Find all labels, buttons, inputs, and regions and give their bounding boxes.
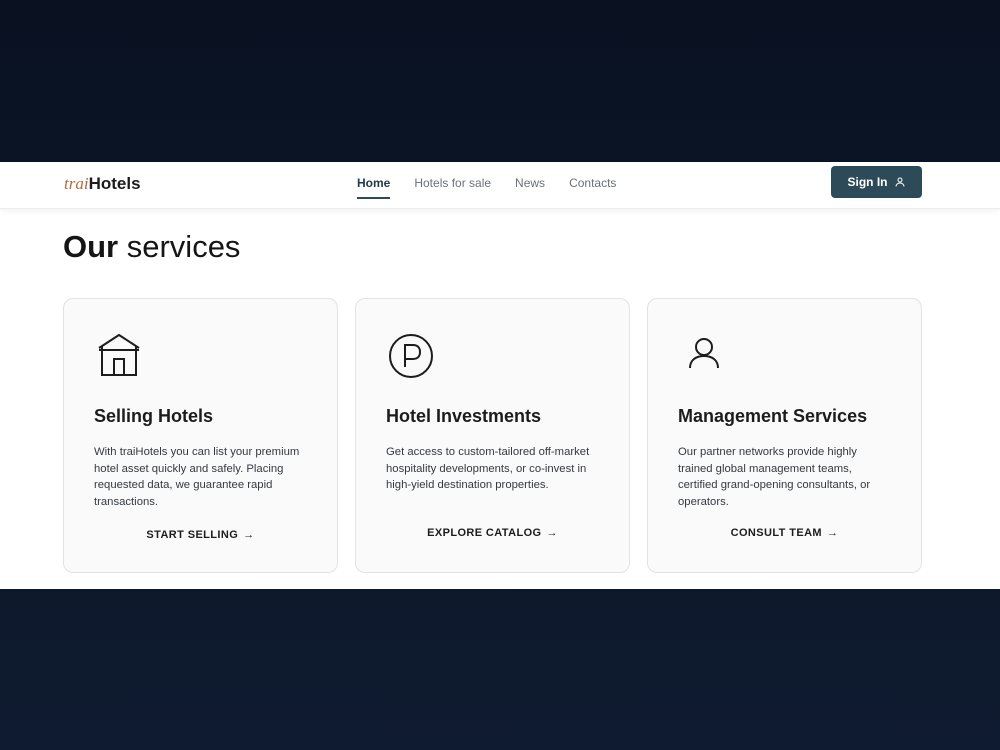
card-management-services: Management Services Our partner networks… [647,298,922,573]
title-bold: Our [63,229,119,264]
logo[interactable]: traiHotels [64,173,141,195]
card-description: Our partner networks provide highly trai… [678,446,871,509]
card-title: Management Services [678,406,868,426]
sign-in-button[interactable]: Sign In [831,166,922,198]
page-title: Our services [63,228,240,266]
arrow-right-icon: → [546,527,558,539]
user-icon [895,177,904,187]
logo-light-text: trai [64,174,89,193]
nav-item-home[interactable]: Home [357,175,391,199]
logo-bold-text: Hotels [88,174,141,193]
parking-p-icon [386,331,436,381]
card-selling-hotels: Selling Hotels With traiHotels you can l… [63,298,338,573]
start-selling-link[interactable]: START SELLING → [64,529,337,541]
arrow-right-icon: → [826,527,839,539]
nav-item-contacts[interactable]: Contacts [569,175,616,199]
title-light: services [118,229,241,264]
card-description: Get access to custom-tailored off-market… [386,446,590,492]
card-link-label: CONSULT TEAM [730,527,822,539]
card-description: With traiHotels you can list your premiu… [94,446,300,509]
person-icon [678,331,728,381]
nav-item-news[interactable]: News [515,175,545,199]
services-cards: Selling Hotels With traiHotels you can l… [63,298,922,573]
main-nav: Home Hotels for sale News Contacts [357,175,616,199]
card-link-label: START SELLING [146,529,239,541]
arrow-right-icon: → [243,529,255,541]
nav-item-hotels-for-sale[interactable]: Hotels for sale [414,175,491,199]
house-icon [94,331,144,381]
explore-catalog-link[interactable]: EXPLORE CATALOG → [356,527,629,539]
card-hotel-investments: Hotel Investments Get access to custom-t… [355,298,630,573]
card-link-label: EXPLORE CATALOG [427,527,542,539]
card-title: Hotel Investments [386,406,542,426]
page: traiHotels Home Hotels for sale News Con… [0,162,1000,589]
card-title: Selling Hotels [94,406,214,426]
sign-in-label: Sign In [847,175,888,189]
consult-team-link[interactable]: CONSULT TEAM → [648,527,921,539]
navbar: traiHotels Home Hotels for sale News Con… [0,162,1000,209]
